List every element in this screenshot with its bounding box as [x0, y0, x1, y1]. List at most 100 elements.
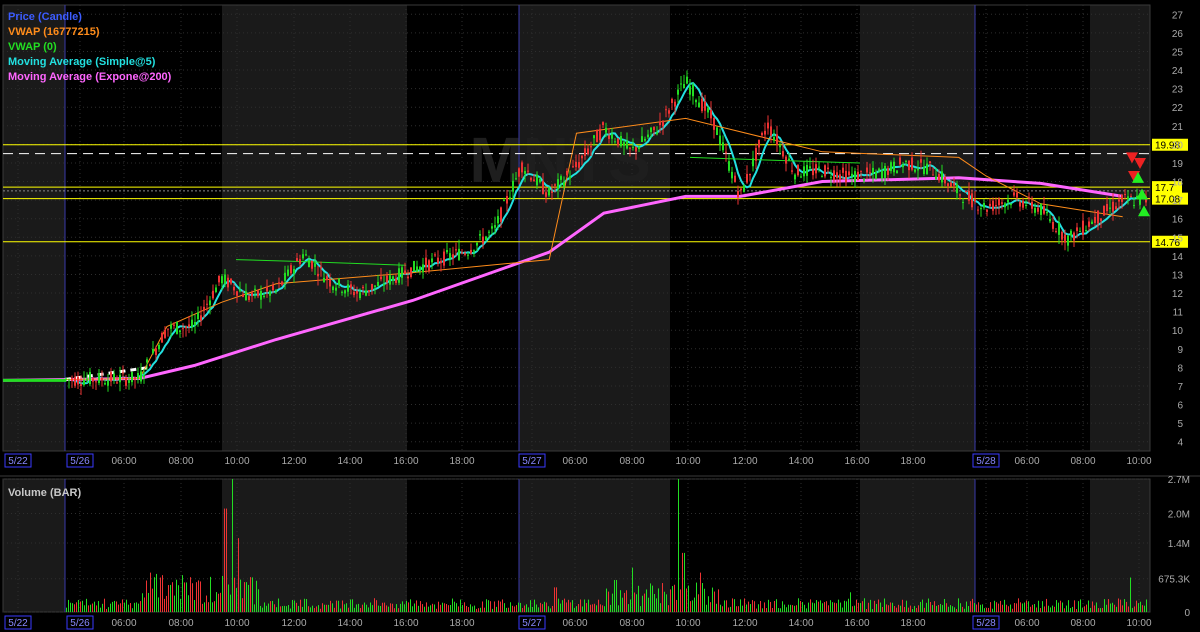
- price-candle: [404, 270, 406, 275]
- volume-bar: [1146, 599, 1147, 612]
- price-candle: [941, 171, 943, 183]
- volume-bar: [850, 592, 851, 612]
- volume-bar: [816, 600, 817, 612]
- price-candle: [305, 254, 307, 256]
- price-tick-label: 27: [1172, 10, 1184, 21]
- price-candle: [386, 275, 388, 283]
- volume-bar: [514, 606, 515, 612]
- vwap-0-line: [689, 156, 861, 164]
- volume-bar: [426, 602, 427, 612]
- price-candle: [314, 263, 316, 267]
- volume-bar: [1026, 600, 1027, 612]
- price-candle: [455, 249, 457, 251]
- price-candle: [665, 109, 667, 111]
- volume-bar: [318, 605, 319, 612]
- time-tick-label: 5/28: [976, 618, 996, 629]
- volume-bar: [380, 605, 381, 612]
- price-candle: [758, 139, 760, 148]
- volume-bar: [1090, 607, 1091, 612]
- price-candle: [383, 284, 385, 286]
- price-candle: [674, 101, 676, 107]
- volume-bar: [268, 603, 269, 612]
- volume-bar: [144, 597, 145, 612]
- price-candle: [419, 266, 421, 271]
- volume-bar: [592, 604, 593, 612]
- time-tick-label: 12:00: [281, 456, 306, 467]
- volume-bar: [444, 603, 445, 612]
- volume-bar: [760, 600, 761, 612]
- volume-bar: [882, 606, 883, 612]
- price-candle: [635, 147, 637, 152]
- volume-bar: [1096, 602, 1097, 612]
- volume-bar: [1094, 605, 1095, 612]
- volume-bar: [350, 599, 351, 612]
- price-candle: [272, 284, 274, 291]
- volume-bar: [394, 608, 395, 612]
- volume-bar: [758, 604, 759, 612]
- legend-price[interactable]: Price (Candle): [8, 10, 171, 25]
- price-candle: [296, 258, 298, 262]
- price-candle: [914, 169, 916, 172]
- volume-bar: [716, 603, 717, 612]
- price-candle: [1052, 222, 1054, 229]
- time-tick-label: 06:00: [1014, 456, 1039, 467]
- price-candle: [902, 164, 904, 168]
- volume-bar: [510, 602, 511, 612]
- volume-bar: [470, 604, 471, 612]
- legend-ema-200[interactable]: Moving Average (Expone@200): [8, 70, 171, 85]
- price-candle: [1112, 201, 1114, 212]
- volume-bar: [626, 590, 627, 612]
- volume-bar: [164, 598, 165, 612]
- volume-bar: [526, 604, 527, 612]
- volume-bar: [694, 597, 695, 612]
- volume-bar: [146, 580, 147, 612]
- volume-bar: [858, 602, 859, 612]
- price-tick-label: 23: [1172, 85, 1184, 96]
- volume-bar: [622, 597, 623, 612]
- price-candle: [737, 191, 739, 198]
- volume-bar: [1102, 607, 1103, 612]
- volume-bar: [756, 608, 757, 612]
- volume-bar: [918, 605, 919, 612]
- legend-sma-5[interactable]: Moving Average (Simple@5): [8, 55, 171, 70]
- volume-bar: [634, 592, 635, 612]
- price-candle: [338, 278, 340, 285]
- volume-bar: [86, 598, 87, 612]
- volume-bar: [806, 608, 807, 612]
- price-candle: [206, 303, 208, 305]
- price-candle: [350, 284, 352, 288]
- price-candle: [152, 348, 154, 354]
- volume-bar: [212, 602, 213, 612]
- price-candle: [905, 160, 907, 162]
- volume-bar: [546, 602, 547, 612]
- volume-bar: [134, 602, 135, 612]
- legend-vwap-16777215[interactable]: VWAP (16777215): [8, 25, 171, 40]
- price-candle: [797, 165, 799, 176]
- price-tick-label: 9: [1177, 345, 1183, 356]
- price-candle: [533, 179, 535, 182]
- volume-bar: [278, 598, 279, 612]
- volume-bar: [744, 598, 745, 612]
- chart-canvas[interactable]: MNTS 19.9817.717.0814.76 456789101112131…: [0, 0, 1200, 632]
- volume-bar: [912, 608, 913, 612]
- volume-bar: [368, 607, 369, 612]
- price-candle: [644, 138, 646, 141]
- price-candle: [1013, 192, 1015, 196]
- time-tick-label: 14:00: [337, 456, 362, 467]
- time-tick-label: 14:00: [337, 618, 362, 629]
- volume-bar: [418, 605, 419, 612]
- price-candle: [743, 185, 745, 192]
- volume-bar: [562, 600, 563, 612]
- price-candle: [626, 141, 628, 149]
- price-candle: [965, 191, 967, 193]
- volume-bar: [270, 601, 271, 612]
- legend-vwap-0[interactable]: VWAP (0): [8, 40, 171, 55]
- volume-bar: [682, 552, 683, 612]
- volume-bar: [316, 606, 317, 612]
- volume-bar: [808, 602, 809, 612]
- volume-tick-label: 2.7M: [1168, 475, 1190, 486]
- volume-bar: [728, 607, 729, 612]
- price-candle: [422, 264, 424, 273]
- time-tick-label: 18:00: [449, 456, 474, 467]
- session-shade: [222, 5, 407, 451]
